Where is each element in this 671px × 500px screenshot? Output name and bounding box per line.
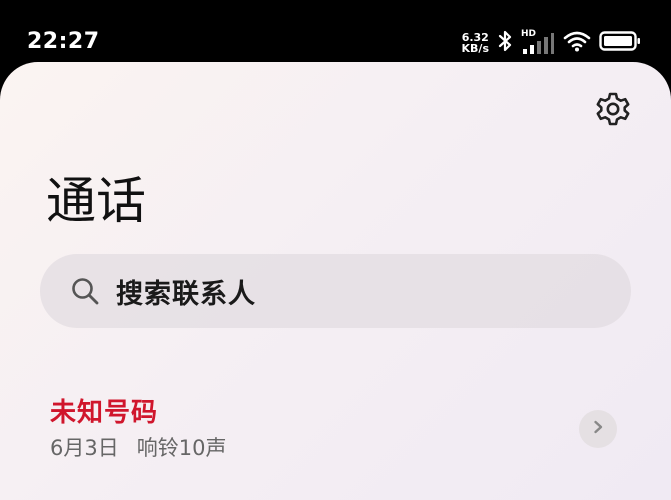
search-placeholder: 搜索联系人 [116,278,256,310]
network-speed-unit: KB/s [461,42,489,55]
call-log-sheet: 通话 搜索联系人 未知号码 6月3日 响铃10声 [0,62,671,500]
gear-icon [595,91,631,131]
search-input[interactable]: 搜索联系人 [40,254,631,328]
caller-name: 未知号码 [50,398,159,428]
status-icons: 6.32 KB/s HD [462,28,641,58]
battery-icon [599,31,641,55]
call-date: 6月3日 [50,436,119,460]
settings-button[interactable] [592,90,634,132]
search-icon [70,276,100,306]
status-bar: 22:27 6.32 KB/s HD [0,0,671,62]
signal-icon: HD [521,29,555,55]
chevron-right-icon [590,419,606,439]
status-time: 22:27 [27,29,100,54]
call-ring-info: 响铃10声 [136,436,227,460]
page-title: 通话 [46,172,146,230]
wifi-icon [563,30,591,56]
bluetooth-icon [497,29,513,57]
call-log-item[interactable]: 未知号码 6月3日 响铃10声 [0,384,671,474]
network-speed: 6.32 KB/s [462,32,489,54]
call-detail-button[interactable] [579,410,617,448]
call-detail: 6月3日 响铃10声 [50,434,226,462]
